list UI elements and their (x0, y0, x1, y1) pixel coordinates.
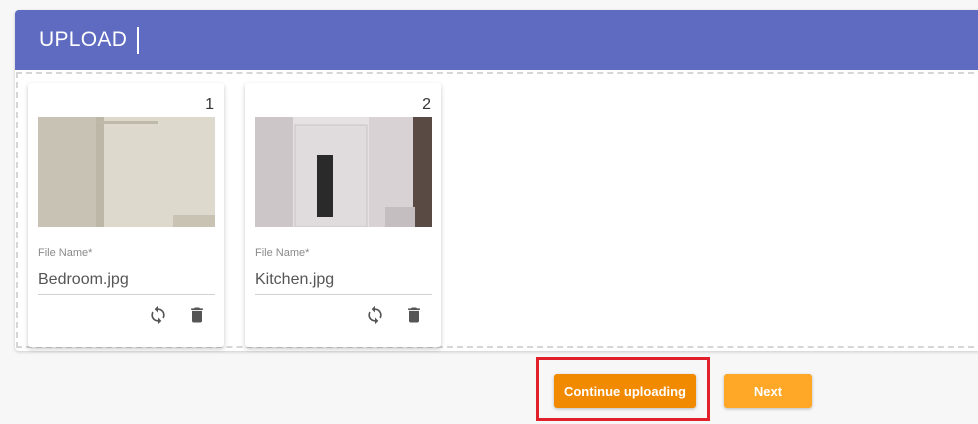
trash-icon[interactable] (404, 305, 424, 325)
trash-icon[interactable] (187, 305, 207, 325)
file-name-label: File Name* (255, 247, 310, 259)
header-divider (137, 27, 139, 54)
file-name-field[interactable]: Kitchen.jpg (255, 271, 334, 289)
page-title: UPLOAD (39, 28, 128, 51)
field-underline (255, 294, 432, 295)
next-button[interactable]: Next (724, 374, 812, 408)
file-thumbnail (255, 117, 432, 227)
refresh-icon[interactable] (148, 305, 168, 325)
file-name-field[interactable]: Bedroom.jpg (38, 271, 129, 289)
file-card: 2 File Name* Kitchen.jpg (245, 83, 441, 347)
upload-header: UPLOAD (15, 10, 978, 70)
continue-uploading-button[interactable]: Continue uploading (554, 374, 696, 408)
file-card: 1 File Name* Bedroom.jpg (28, 83, 224, 347)
refresh-icon[interactable] (365, 305, 385, 325)
file-thumbnail (38, 117, 215, 227)
file-name-label: File Name* (38, 247, 93, 259)
field-underline (38, 294, 215, 295)
file-index: 2 (422, 96, 431, 113)
upload-panel: UPLOAD 1 File Name* Bedroom.jpg 2 File N… (15, 10, 978, 351)
file-index: 1 (205, 96, 214, 113)
